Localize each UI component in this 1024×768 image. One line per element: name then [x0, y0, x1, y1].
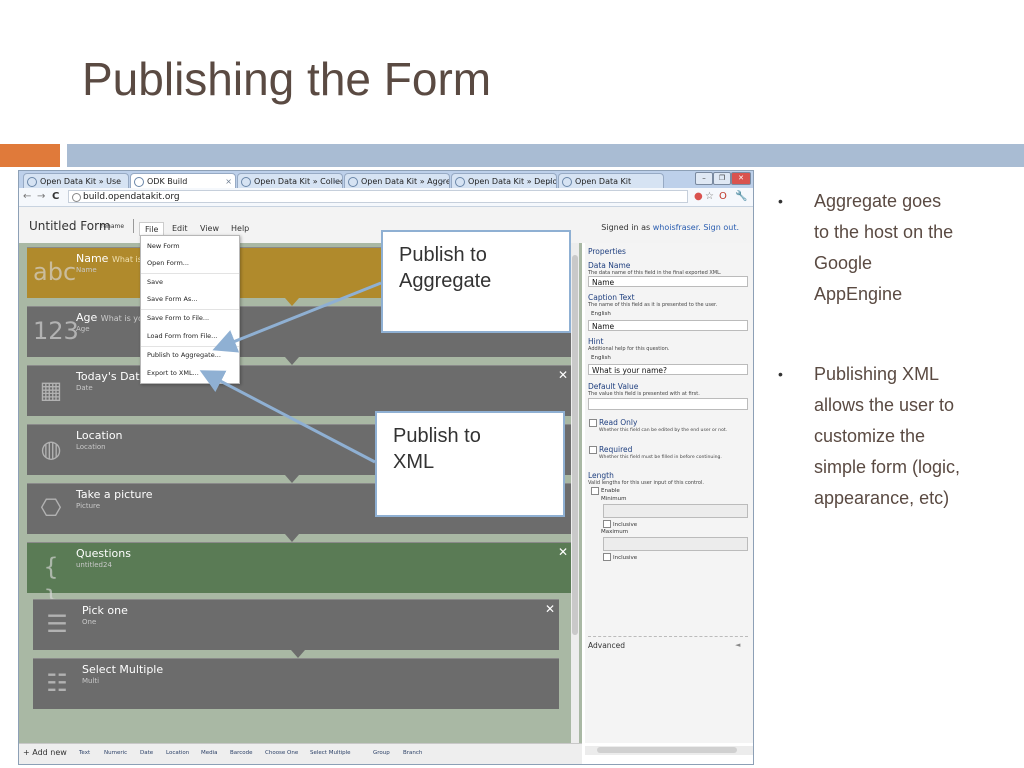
- bullet-line: AppEngine: [814, 284, 903, 304]
- bullet-publishing-xml: • Publishing XML allows the user to cust…: [778, 359, 1010, 519]
- bullet-dot: •: [778, 366, 783, 382]
- bullet-line: allows the user to: [814, 395, 955, 415]
- bullet-line: customize the: [814, 426, 926, 446]
- arrow-to-publish-aggregate: [212, 281, 382, 353]
- bullet-dot: •: [778, 193, 783, 209]
- bullet-line: Publishing XML: [814, 364, 940, 384]
- arrow-to-export-xml: [199, 370, 376, 464]
- bullet-line: Google: [814, 253, 873, 273]
- bullet-line: to the host on the: [814, 222, 954, 242]
- bullet-line: Aggregate goes: [814, 191, 942, 211]
- bullet-line: appearance, etc): [814, 488, 950, 508]
- bullet-line: simple form (logic,: [814, 457, 961, 477]
- bullet-aggregate: • Aggregate goes to the host on the Goog…: [778, 186, 1010, 314]
